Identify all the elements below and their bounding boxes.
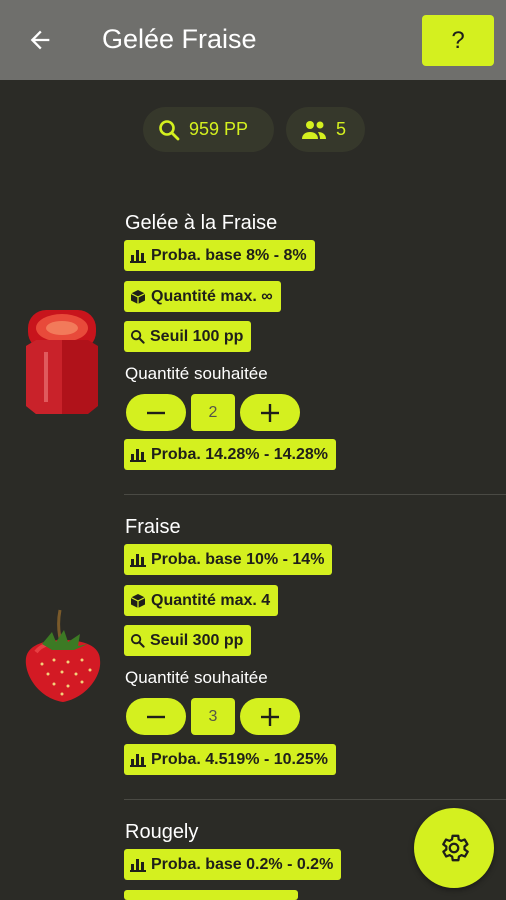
minus-icon [147,715,165,718]
max-quantity-badge [124,890,298,900]
plus-icon [261,403,279,422]
threshold-badge: Seuil 100 pp [124,321,252,352]
minus-icon [147,411,165,414]
search-icon [130,329,145,344]
base-proba-badge: Proba. base 10% - 14% [124,544,333,575]
decrement-button[interactable] [126,394,186,431]
bar-chart-icon [130,553,146,567]
item-name: Fraise [125,516,181,538]
proba-badge: Proba. 14.28% - 14.28% [124,439,336,470]
cube-icon [130,593,146,608]
bar-chart-icon [130,858,146,872]
players-chip: 5 [286,107,365,152]
players-value: 5 [336,119,347,139]
search-icon [130,633,145,648]
proba-badge: Proba. 4.519% - 10.25% [124,744,336,775]
item-divider [124,494,506,495]
settings-button[interactable] [414,808,494,888]
search-icon [159,119,180,140]
base-proba-badge: Proba. base 0.2% - 0.2% [124,849,342,880]
threshold-badge: Seuil 300 pp [124,625,252,656]
quantity-value[interactable]: 2 [191,394,235,431]
max-quantity-badge: Quantité max. 4 [124,585,279,616]
points-value: 959 PP [189,119,249,139]
app-bar: Gelée Fraise ? [0,0,506,80]
plus-icon [261,707,279,726]
decrement-button[interactable] [126,698,186,735]
wanted-quantity-label: Quantité souhaitée [125,364,268,383]
bar-chart-icon [130,249,146,263]
group-icon [302,120,326,139]
base-proba-badge: Proba. base 8% - 8% [124,240,315,271]
bar-chart-icon [130,448,146,462]
item-name: Rougely [125,821,199,843]
increment-button[interactable] [240,698,300,735]
help-button[interactable]: ? [422,15,494,66]
item-name: Gelée à la Fraise [125,212,278,234]
wanted-quantity-label: Quantité souhaitée [125,668,268,687]
points-chip: 959 PP [143,107,274,152]
back-arrow-icon [30,30,50,50]
jam-jar-image [22,302,102,423]
cube-icon [130,289,146,304]
quantity-value[interactable]: 3 [191,698,235,735]
item-divider [124,799,506,800]
page-title: Gelée Fraise [102,24,257,54]
back-button[interactable] [22,22,58,58]
max-quantity-badge: Quantité max. ∞ [124,281,281,312]
increment-button[interactable] [240,394,300,431]
bar-chart-icon [130,753,146,767]
gear-icon [442,834,469,862]
strawberry-image [22,608,104,713]
